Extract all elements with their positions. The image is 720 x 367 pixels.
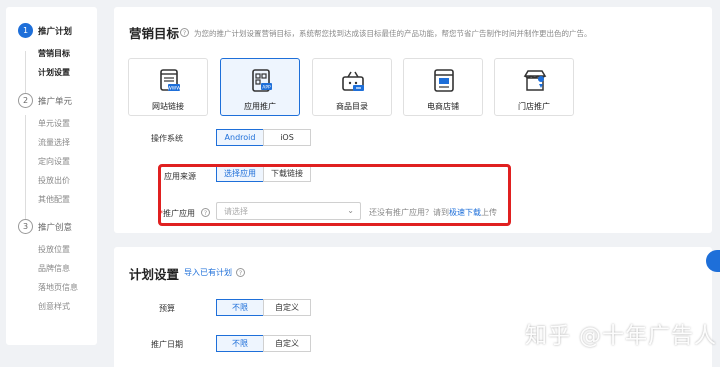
goal-card-estore[interactable]: 电商店铺 <box>403 58 483 116</box>
substep-landing[interactable]: 落地页信息 <box>38 282 78 293</box>
import-plan-link[interactable]: 导入已有计划 <box>184 267 232 278</box>
goal-card-store[interactable]: 门店推广 <box>494 58 574 116</box>
storefront-icon <box>434 69 454 92</box>
os-label: 操作系统 <box>151 134 183 143</box>
section-title: 营销目标 <box>129 26 180 41</box>
step-2[interactable]: 2 推广单元 <box>18 93 72 108</box>
card-label: 网站链接 <box>152 102 184 111</box>
substep-placement[interactable]: 投放位置 <box>38 244 70 255</box>
date-unlimited-button[interactable]: 不限 <box>216 335 264 352</box>
os-ios-button[interactable]: iOS <box>263 129 311 146</box>
substep-traffic[interactable]: 流量选择 <box>38 137 70 148</box>
goal-card-app[interactable]: APP 应用推广 <box>220 58 300 116</box>
app-icon: APP <box>252 69 272 92</box>
os-android-button[interactable]: Android <box>216 129 264 146</box>
card-label: 商品目录 <box>336 102 368 111</box>
step-number: 2 <box>18 93 33 108</box>
budget-unlimited-button[interactable]: 不限 <box>216 299 264 316</box>
substep-creative-style[interactable]: 创意样式 <box>38 301 70 312</box>
substep-plan-settings[interactable]: 计划设置 <box>38 67 70 78</box>
budget-custom-button[interactable]: 自定义 <box>263 299 311 316</box>
step-title: 推广单元 <box>38 96 73 107</box>
step-3[interactable]: 3 推广创意 <box>18 219 72 234</box>
shop-location-icon <box>523 70 547 91</box>
substep-unit-settings[interactable]: 单元设置 <box>38 118 70 129</box>
shopping-basket-icon <box>342 71 364 91</box>
svg-text:APP: APP <box>262 85 271 91</box>
goal-card-website[interactable]: WWW 网站链接 <box>128 58 208 116</box>
substep-brand[interactable]: 品牌信息 <box>38 263 70 274</box>
substep-marketing-goal[interactable]: 营销目标 <box>38 48 70 59</box>
step-connector <box>25 51 26 96</box>
step-1[interactable]: 1 推广计划 <box>18 23 72 38</box>
section-title: 计划设置 <box>129 267 180 282</box>
budget-label: 预算 <box>159 304 175 313</box>
step-number: 3 <box>18 219 33 234</box>
website-www-icon: WWW <box>160 69 181 92</box>
card-label: 应用推广 <box>244 102 276 111</box>
section-hint: 为您的推广计划设置营销目标，系统帮您找到达成该目标最佳的产品功能，帮您节省广告制… <box>194 29 592 38</box>
substep-bidding[interactable]: 投放出价 <box>38 175 70 186</box>
help-icon[interactable]: ? <box>236 268 245 277</box>
step-connector <box>25 115 26 225</box>
substep-targeting[interactable]: 定向设置 <box>38 156 70 167</box>
watermark: 知乎 @十年广告人 <box>525 324 717 349</box>
substep-other[interactable]: 其他配置 <box>38 194 70 205</box>
step-sidebar: 1 推广计划 营销目标 计划设置 2 推广单元 单元设置 流量选择 定向设置 投… <box>6 7 97 345</box>
card-label: 电商店铺 <box>427 102 459 111</box>
goal-card-catalog[interactable]: 商品目录 <box>312 58 392 116</box>
step-title: 推广创意 <box>38 222 73 233</box>
card-label: 门店推广 <box>518 102 550 111</box>
step-title: 推广计划 <box>38 26 73 37</box>
date-label: 推广日期 <box>151 340 183 349</box>
date-custom-button[interactable]: 自定义 <box>263 335 311 352</box>
help-icon[interactable]: ? <box>180 28 189 37</box>
svg-text:WWW: WWW <box>167 86 181 92</box>
step-number: 1 <box>18 23 33 38</box>
highlight-box <box>158 164 511 226</box>
